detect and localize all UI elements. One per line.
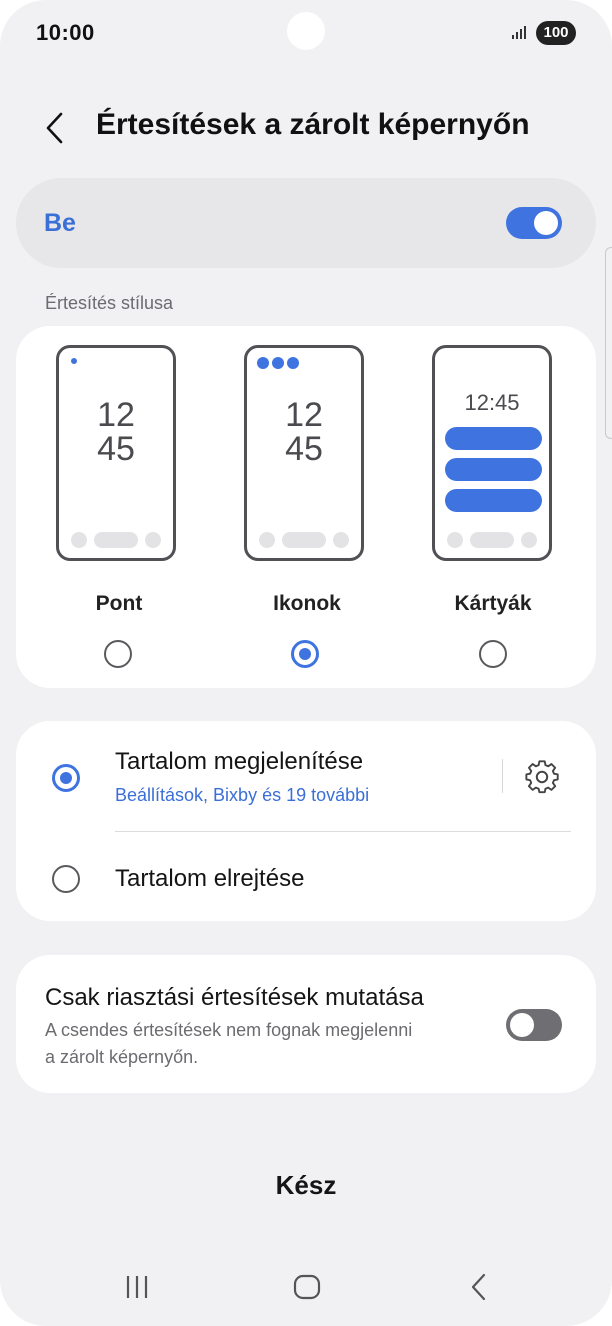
preview-dock: [71, 532, 161, 548]
radio-style-icons[interactable]: [291, 640, 319, 668]
toggle-knob: [510, 1013, 534, 1037]
page-title: Értesítések a zárolt képernyőn: [96, 108, 530, 141]
divider: [115, 831, 571, 832]
notification-card: [445, 489, 542, 512]
notification-style-card: 12 45 Pont 12 45 Ikonok 12:45 Kártyák: [16, 326, 596, 688]
master-toggle-label: Be: [44, 209, 76, 237]
preview-dock: [447, 532, 537, 548]
preview-dock: [259, 532, 349, 548]
signal-bars-icon: [512, 26, 526, 39]
style-preview-cards[interactable]: 12:45: [432, 345, 552, 561]
radio-show-content[interactable]: [52, 764, 80, 792]
radio-style-cards[interactable]: [479, 640, 507, 668]
status-time: 10:00: [36, 20, 95, 45]
notification-card: [445, 427, 542, 450]
radio-style-dot[interactable]: [104, 640, 132, 668]
style-label-dot: Pont: [95, 592, 143, 615]
back-icon[interactable]: [466, 1272, 492, 1302]
gear-icon[interactable]: [524, 759, 560, 795]
notification-icons: [257, 356, 302, 374]
back-chevron-icon[interactable]: [40, 110, 70, 146]
master-toggle-row[interactable]: Be: [16, 178, 596, 268]
notification-card: [445, 458, 542, 481]
toggle-knob: [534, 211, 558, 235]
radio-hide-content[interactable]: [52, 865, 80, 893]
style-preview-icons[interactable]: 12 45: [244, 345, 364, 561]
alerts-only-toggle[interactable]: [506, 1009, 562, 1041]
hide-content-title[interactable]: Tartalom elrejtése: [115, 865, 304, 893]
camera-cutout: [287, 12, 325, 50]
recent-apps-icon[interactable]: [123, 1272, 151, 1302]
show-content-subtitle: Beállítások, Bixby és 19 további: [115, 785, 370, 805]
alerts-only-description: A csendes értesítések nem fognak megjele…: [45, 1020, 413, 1067]
alerts-only-title: Csak riasztási értesítések mutatása: [45, 984, 424, 1011]
notification-dot-icon: [71, 358, 77, 364]
style-label-cards: Kártyák: [454, 592, 532, 615]
divider: [502, 759, 503, 793]
content-visibility-card: Tartalom megjelenítése Beállítások, Bixb…: [16, 721, 596, 921]
section-label-style: Értesítés stílusa: [45, 293, 174, 313]
preview-clock: 12 45: [247, 398, 361, 466]
preview-clock: 12:45: [464, 390, 520, 415]
scroll-indicator: [605, 247, 612, 439]
screen: 10:00 100 Értesítések a zárolt képernyőn…: [0, 0, 612, 1326]
show-content-title[interactable]: Tartalom megjelenítése: [115, 748, 363, 776]
master-toggle-switch[interactable]: [506, 207, 562, 239]
home-icon[interactable]: [292, 1272, 322, 1302]
clock-hours: 12: [97, 396, 135, 434]
preview-clock: 12 45: [59, 398, 173, 466]
clock-hours: 12: [285, 396, 323, 434]
battery-indicator: 100: [536, 21, 576, 45]
style-label-icons: Ikonok: [273, 592, 341, 615]
alerts-only-card[interactable]: Csak riasztási értesítések mutatása A cs…: [16, 955, 596, 1093]
style-preview-dot[interactable]: 12 45: [56, 345, 176, 561]
clock-minutes: 45: [285, 430, 323, 468]
clock-minutes: 45: [97, 430, 135, 468]
done-button[interactable]: Kész: [200, 1170, 412, 1201]
